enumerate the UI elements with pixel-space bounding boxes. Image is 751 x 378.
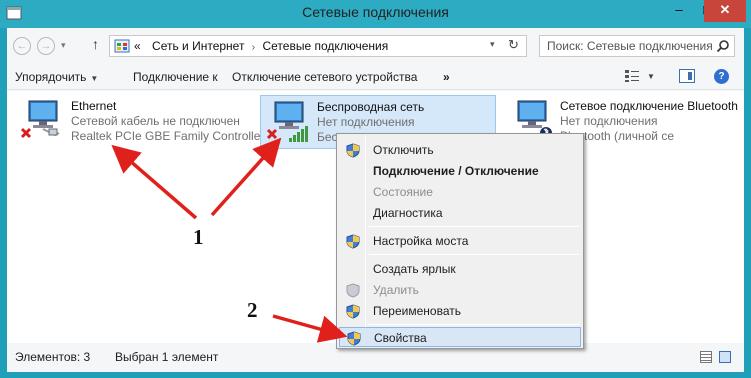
address-history-chevron-down-icon[interactable]: ▾: [490, 39, 495, 50]
connection-status: Нет подключения: [317, 115, 415, 129]
back-arrow-icon[interactable]: ←: [13, 37, 31, 55]
menu-item-rename[interactable]: Переименовать: [339, 301, 581, 321]
up-arrow-icon[interactable]: ↑: [92, 36, 99, 52]
uac-shield-icon: [346, 234, 360, 249]
connection-name: Сетевое подключение Bluetooth: [560, 99, 738, 113]
help-icon[interactable]: ?: [714, 69, 729, 84]
menu-item-disable[interactable]: Отключить: [339, 140, 581, 160]
menu-item-label: Переименовать: [373, 304, 461, 318]
close-button[interactable]: ✕: [704, 0, 746, 22]
search-placeholder: Поиск: Сетевые подключения: [547, 39, 713, 53]
breadcrumb-separator: ›: [251, 42, 256, 53]
annotation-label-2: 2: [247, 298, 258, 322]
breadcrumb-item-network-connections[interactable]: Сетевые подключения: [262, 39, 388, 53]
menu-item-connect-disconnect[interactable]: Подключение / Отключение: [339, 161, 581, 181]
item-count: Элементов: 3: [15, 350, 91, 364]
menu-item-label: Отключить: [373, 143, 434, 157]
navigation-bar: ← → ▾ ↑ « Сеть и Интернет › Сетевые подк…: [7, 28, 744, 64]
title-bar[interactable]: Сетевые подключения – □ ✕: [0, 0, 751, 28]
view-options-caret-down-icon[interactable]: ▼: [647, 72, 655, 81]
organize-button[interactable]: Упорядочить ▼: [15, 70, 98, 84]
search-icon[interactable]: [716, 39, 730, 53]
forward-arrow-icon[interactable]: →: [37, 37, 55, 55]
refresh-icon[interactable]: ↻: [508, 37, 519, 53]
menu-separator: [369, 226, 579, 227]
organize-label: Упорядочить: [15, 70, 87, 84]
connection-status: Сетевой кабель не подключен: [71, 114, 240, 128]
context-menu: Отключить Подключение / Отключение Состо…: [336, 133, 584, 349]
uac-shield-icon: [347, 331, 361, 346]
window-title: Сетевые подключения: [302, 4, 449, 20]
menu-item-delete[interactable]: Удалить: [339, 280, 581, 300]
menu-separator: [369, 254, 579, 255]
minimize-button[interactable]: –: [664, 0, 694, 22]
menu-item-create-shortcut[interactable]: Создать ярлык: [339, 259, 581, 279]
search-input[interactable]: Поиск: Сетевые подключения: [539, 35, 735, 57]
annotation-label-1: 1: [193, 225, 204, 249]
more-commands-button[interactable]: »: [443, 70, 450, 84]
explorer-window: Сетевые подключения – □ ✕ ← → ▾ ↑ «: [0, 0, 751, 378]
connection-status: Нет подключения: [560, 114, 658, 128]
selection-count: Выбран 1 элемент: [115, 350, 219, 364]
connection-item-ethernet[interactable]: Ethernet Сетевой кабель не подключен Rea…: [15, 95, 265, 149]
address-bar[interactable]: « Сеть и Интернет › Сетевые подключения …: [109, 35, 527, 57]
breadcrumb: « Сеть и Интернет › Сетевые подключения: [134, 39, 388, 53]
details-view-icon[interactable]: [700, 351, 712, 363]
control-panel-icon: [114, 39, 130, 53]
connect-to-button[interactable]: Подключение к: [133, 70, 218, 84]
menu-item-bridge[interactable]: Настройка моста: [339, 231, 581, 251]
menu-item-label: Настройка моста: [373, 234, 469, 248]
uac-shield-icon: [346, 304, 360, 319]
wireless-network-disconnected-icon: [266, 101, 308, 142]
large-icons-view-icon[interactable]: [719, 351, 731, 363]
menu-item-label: Состояние: [373, 185, 433, 199]
menu-item-label: Удалить: [373, 283, 419, 297]
wired-network-disconnected-icon: [20, 100, 60, 139]
menu-separator: [369, 324, 579, 325]
command-bar: Упорядочить ▼ Подключение к Отключение се…: [7, 64, 744, 90]
recent-locations-chevron-down-icon[interactable]: ▾: [61, 40, 66, 51]
menu-item-label: Свойства: [374, 331, 427, 345]
breadcrumb-overflow[interactable]: «: [134, 39, 141, 53]
breadcrumb-separator: [144, 42, 152, 53]
menu-item-properties[interactable]: Свойства: [339, 327, 581, 347]
uac-shield-icon: [346, 283, 360, 298]
disable-device-button[interactable]: Отключение сетевого устройства: [232, 70, 417, 84]
change-view-icon[interactable]: [624, 69, 640, 83]
connection-device: Realtek PCIe GBE Family Controller: [71, 129, 265, 143]
breadcrumb-item-network-internet[interactable]: Сеть и Интернет: [152, 39, 244, 53]
menu-item-status[interactable]: Состояние: [339, 182, 581, 202]
uac-shield-icon: [346, 143, 360, 158]
menu-item-diagnose[interactable]: Диагностика: [339, 203, 581, 223]
menu-item-label: Подключение / Отключение: [373, 164, 539, 178]
connection-name: Беспроводная сеть: [317, 100, 425, 114]
menu-item-label: Диагностика: [373, 206, 443, 220]
connection-name: Ethernet: [71, 99, 117, 113]
menu-item-label: Создать ярлык: [373, 262, 456, 276]
organize-caret-down-icon: ▼: [90, 74, 99, 83]
preview-pane-icon[interactable]: [679, 69, 695, 83]
